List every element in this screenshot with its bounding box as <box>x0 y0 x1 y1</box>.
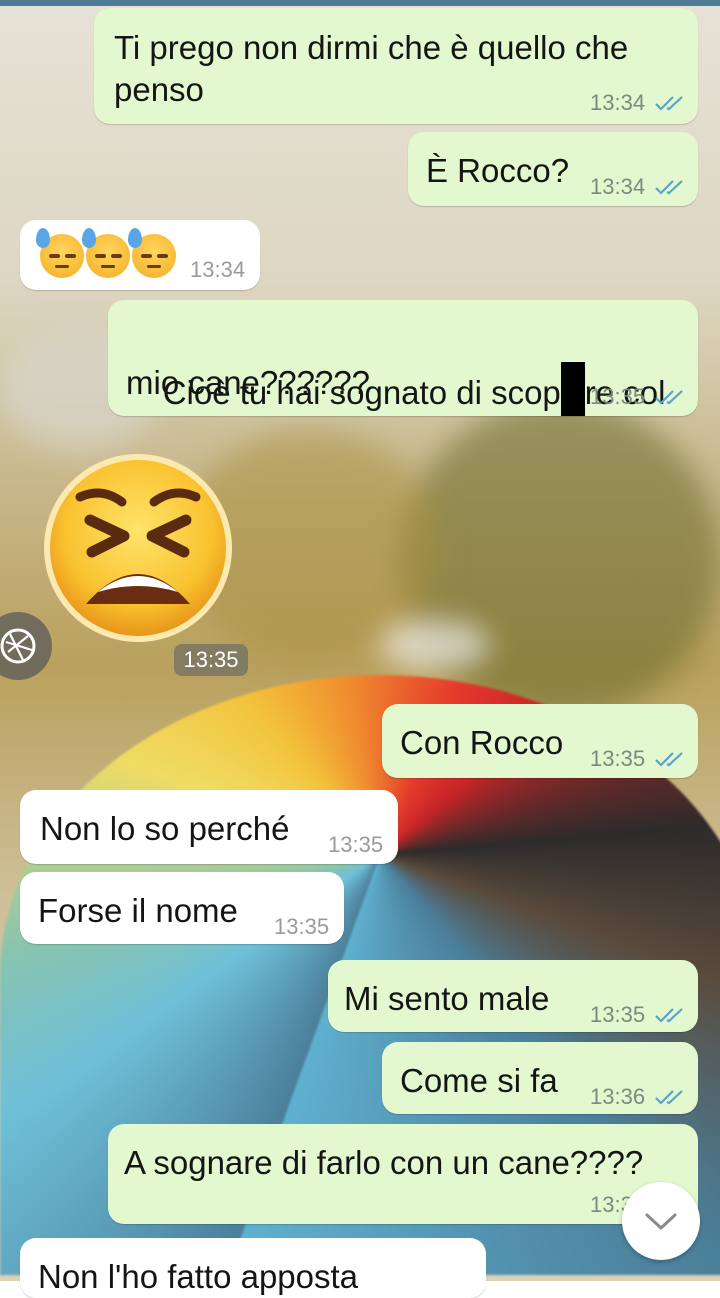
message-time: 13:35 <box>590 1002 646 1027</box>
message-text: Ti prego non dirmi che è quello che pens… <box>114 29 629 108</box>
message-text: Non lo so perché <box>40 810 290 847</box>
message-text: Come si fa <box>400 1062 558 1099</box>
message-text: Non l'ho fatto apposta <box>38 1258 359 1295</box>
message-text: Mi sento male <box>344 980 550 1017</box>
message-time: 13:35 <box>590 746 646 771</box>
read-double-check-icon <box>655 1008 683 1023</box>
message-bubble[interactable]: Non l'ho fatto apposta <box>20 1238 486 1298</box>
message-time: 13:34 <box>190 257 246 282</box>
sweat-face-icon <box>82 228 130 278</box>
message-time: 13:34 <box>590 174 646 199</box>
wallpaper-car <box>380 620 490 670</box>
sticker-time: 13:35 <box>174 644 248 676</box>
message-bubble[interactable]: Forse il nome 13:35 <box>20 872 344 944</box>
scroll-to-bottom-button[interactable] <box>622 1182 700 1260</box>
read-double-check-icon <box>655 390 683 405</box>
message-bubble[interactable]: Ti prego non dirmi che è quello che pens… <box>94 8 698 124</box>
redaction-block <box>560 362 585 416</box>
sweat-face-icon <box>36 228 84 278</box>
message-time: 13:35 <box>274 914 330 939</box>
read-double-check-icon <box>655 180 683 195</box>
message-text-line2: mio cane?????? <box>126 364 371 401</box>
read-double-check-icon <box>655 96 683 111</box>
message-text: Forse il nome <box>38 892 238 929</box>
sweat-face-icon <box>128 228 176 278</box>
shutter-icon <box>0 628 36 664</box>
tired-face-sticker[interactable] <box>42 452 234 644</box>
message-time: 13:35 <box>590 384 646 409</box>
read-double-check-icon <box>655 1090 683 1105</box>
message-bubble[interactable]: Non lo so perché 13:35 <box>20 790 398 864</box>
message-text: È Rocco? <box>426 152 570 189</box>
message-bubble[interactable]: 13:34 <box>20 220 260 290</box>
status-bar-strip <box>0 0 720 6</box>
camera-shutter-button[interactable] <box>0 612 52 680</box>
message-bubble[interactable]: Come si fa 13:36 <box>382 1042 698 1114</box>
message-bubble[interactable]: Mi sento male 13:35 <box>328 960 698 1032</box>
message-bubble[interactable]: Cioè tu hai sognato di scop re col mio ca… <box>108 300 698 416</box>
message-time: 13:34 <box>590 90 646 115</box>
message-text: A sognare di farlo con un cane???? <box>124 1144 644 1181</box>
message-bubble[interactable]: Con Rocco 13:35 <box>382 704 698 778</box>
message-time: 13:36 <box>590 1084 646 1109</box>
message-text: Con Rocco <box>400 724 564 761</box>
chevron-down-icon <box>645 1213 677 1230</box>
message-bubble[interactable]: A sognare di farlo con un cane???? 13:3 <box>108 1124 698 1224</box>
message-bubble[interactable]: È Rocco? 13:34 <box>408 132 698 206</box>
message-time: 13:35 <box>328 832 384 857</box>
read-double-check-icon <box>655 752 683 767</box>
